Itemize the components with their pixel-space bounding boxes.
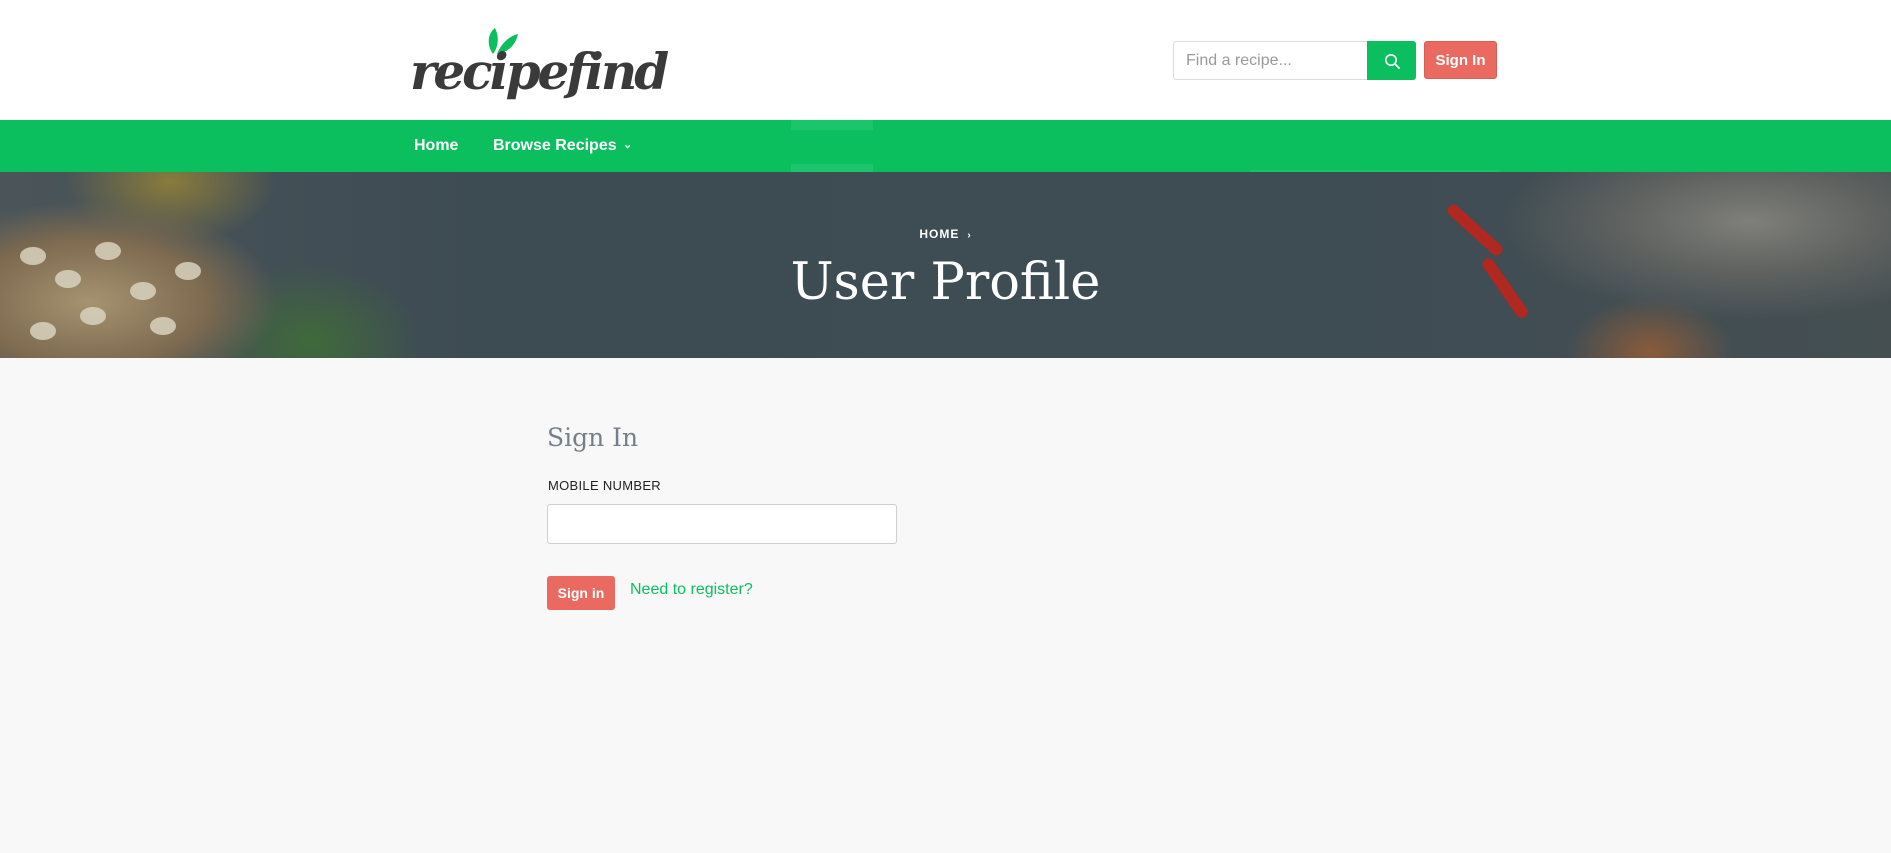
search-button[interactable] [1367, 41, 1416, 80]
breadcrumb-home[interactable]: HOME [919, 227, 959, 241]
search-icon [1384, 53, 1400, 69]
site-logo[interactable]: recipefind [410, 26, 669, 110]
mobile-number-label: MOBILE NUMBER [548, 478, 661, 493]
sign-in-heading: Sign In [547, 423, 639, 452]
sign-in-submit-button[interactable]: Sign in [547, 576, 615, 610]
breadcrumb: HOME › [0, 227, 1891, 241]
chevron-right-icon: › [967, 230, 972, 241]
nav-item-browse-recipes[interactable]: Browse Recipes [493, 120, 617, 172]
main-nav: Home Browse Recipes ⌄ [0, 120, 1891, 172]
register-link[interactable]: Need to register? [630, 581, 753, 599]
nav-item-home[interactable]: Home [414, 120, 458, 172]
hero-decor [150, 317, 176, 335]
logo-wordmark: recipefind [410, 42, 669, 101]
header-sign-in-button[interactable]: Sign In [1424, 41, 1497, 79]
mobile-number-field[interactable] [547, 504, 897, 544]
search-input[interactable] [1173, 41, 1368, 80]
hero-decor [30, 322, 56, 340]
nav-highlight [791, 120, 873, 172]
page-title: User Profile [790, 253, 1101, 312]
site-header: recipefind Sign In [0, 0, 1891, 120]
hero-banner: HOME › User Profile [0, 172, 1891, 358]
chevron-down-icon[interactable]: ⌄ [623, 120, 632, 172]
